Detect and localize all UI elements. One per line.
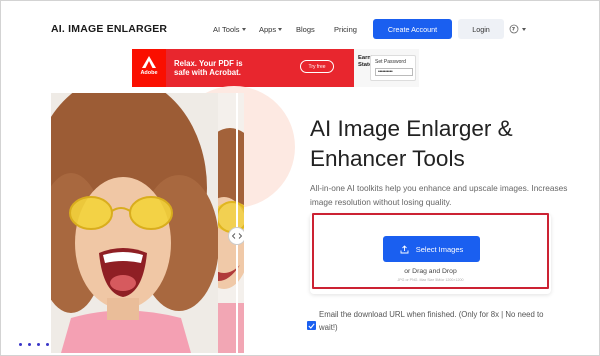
portrait-before-image bbox=[51, 93, 218, 353]
browser-frame: AI. IMAGE ENLARGER AI Tools Apps Blogs P… bbox=[0, 0, 600, 356]
language-selector[interactable] bbox=[509, 24, 526, 34]
hero-subtitle: All-in-one AI toolkits help you enhance … bbox=[310, 183, 568, 207]
carousel-dot[interactable] bbox=[37, 343, 40, 346]
ad-brand: Adobe bbox=[140, 70, 158, 76]
hero-title: AI Image Enlarger & Enhancer Tools bbox=[310, 116, 513, 171]
adobe-logo: Adobe bbox=[132, 49, 166, 87]
chevron-down-icon bbox=[241, 28, 246, 31]
arrows-left-right-icon bbox=[232, 233, 242, 239]
ad-card-dots: •••••••••• bbox=[375, 68, 413, 76]
ad-headline-line2: safe with Acrobat. bbox=[174, 68, 241, 77]
photo-before bbox=[51, 93, 218, 353]
nav-pricing[interactable]: Pricing bbox=[334, 25, 357, 34]
nav-blogs-label: Blogs bbox=[296, 25, 315, 34]
carousel-dots[interactable] bbox=[19, 343, 49, 346]
ad-card-title: Set Password bbox=[375, 59, 406, 65]
carousel-dot[interactable] bbox=[19, 343, 22, 346]
upload-icon bbox=[400, 244, 409, 253]
site-logo[interactable]: AI. IMAGE ENLARGER bbox=[51, 23, 167, 35]
portrait-after-image bbox=[218, 93, 244, 353]
nav-apps[interactable]: Apps bbox=[259, 25, 283, 34]
format-note: JPG or PNG. Max Size 5M/or 1200×1200 bbox=[397, 278, 464, 282]
carousel-dot[interactable] bbox=[46, 343, 49, 346]
nav-pricing-label: Pricing bbox=[334, 25, 357, 34]
ad-headline: Relax. Your PDF is safe with Acrobat. bbox=[174, 59, 243, 77]
ad-main-panel: Relax. Your PDF is safe with Acrobat. Tr… bbox=[166, 49, 354, 87]
nav-ai-tools[interactable]: AI Tools bbox=[213, 25, 246, 34]
nav-ai-tools-label: AI Tools bbox=[213, 25, 240, 34]
select-images-button[interactable]: Select Images bbox=[383, 236, 480, 262]
checkmark-icon bbox=[308, 322, 315, 329]
email-checkbox[interactable] bbox=[307, 321, 316, 330]
chevron-down-icon bbox=[278, 28, 283, 31]
ad-headline-line1: Relax. Your PDF is bbox=[174, 59, 243, 68]
comparison-slider-handle[interactable] bbox=[228, 227, 244, 245]
top-navbar: AI. IMAGE ENLARGER AI Tools Apps Blogs P… bbox=[1, 1, 599, 45]
photo-after bbox=[218, 93, 244, 353]
adobe-mark-icon bbox=[142, 56, 156, 68]
nav-blogs[interactable]: Blogs bbox=[296, 25, 315, 34]
ad-banner[interactable]: Adobe Relax. Your PDF is safe with Acrob… bbox=[132, 49, 419, 87]
drag-drop-text: or Drag and Drop bbox=[404, 268, 457, 275]
chevron-down-icon bbox=[522, 27, 526, 31]
carousel-dot[interactable] bbox=[28, 343, 31, 346]
ad-password-card: Set Password •••••••••• bbox=[370, 55, 416, 81]
select-images-label: Select Images bbox=[415, 244, 464, 254]
login-button[interactable]: Login bbox=[458, 19, 504, 39]
create-account-button[interactable]: Create Account bbox=[373, 19, 452, 39]
before-after-comparison[interactable] bbox=[51, 93, 244, 353]
comparison-divider bbox=[236, 93, 238, 353]
ad-try-free-button[interactable]: Try free bbox=[300, 60, 334, 73]
email-option-text: Email the download URL when finished. (O… bbox=[319, 310, 544, 332]
nav-apps-label: Apps bbox=[259, 25, 277, 34]
translate-icon bbox=[509, 24, 519, 34]
